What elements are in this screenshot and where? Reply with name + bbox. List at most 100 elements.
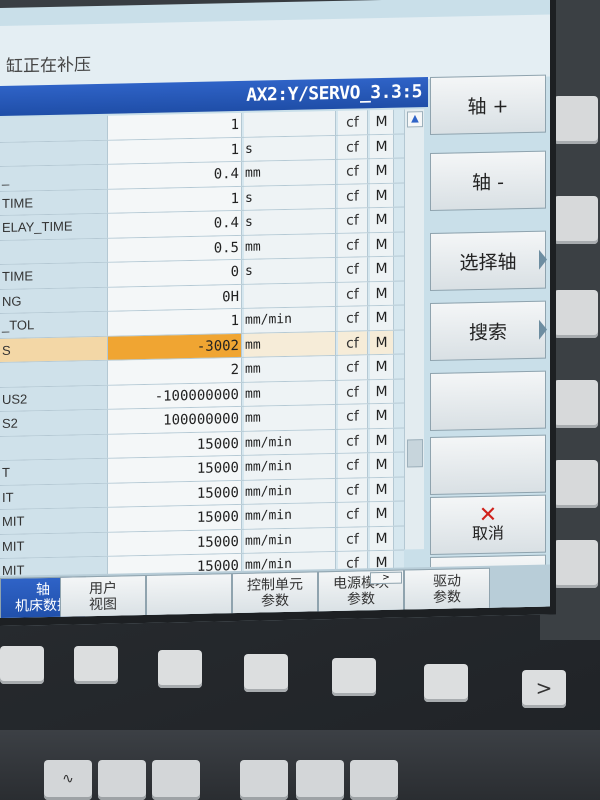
cancel-x-icon: ✕ (478, 502, 498, 528)
side-hardware-key-1[interactable] (554, 96, 598, 144)
parameter-cf-flag: cf (338, 502, 368, 527)
parameter-value[interactable]: -3002 (108, 333, 242, 360)
parameter-unit: mm/min (244, 453, 336, 480)
parameter-unit: mm/min (244, 306, 336, 333)
parameter-value[interactable]: 15000 (108, 480, 242, 507)
parameter-unit: s (244, 257, 336, 284)
axis-plus-button[interactable]: 轴 + (430, 74, 546, 135)
parameter-m-flag: M (370, 526, 394, 551)
hardware-key-4[interactable] (244, 654, 288, 692)
parameter-name: S2 (0, 409, 108, 436)
drive-line2: 参数 (433, 589, 461, 606)
user-view-tab[interactable]: 用户 视图 (60, 574, 146, 623)
axis-minus-button[interactable]: 轴 - (430, 150, 546, 211)
parameter-name: IT (0, 483, 108, 509)
parameter-name: NG (0, 287, 108, 313)
hardware-key-1[interactable] (0, 646, 44, 684)
select-axis-label: 选择轴 (459, 250, 517, 274)
parameter-cf-flag: cf (338, 379, 368, 404)
parameter-value[interactable]: 2 (108, 357, 242, 385)
parameter-cf-flag: cf (338, 232, 368, 257)
hardware-key-5[interactable] (332, 658, 376, 696)
parameter-name: T (0, 458, 108, 485)
parameter-name (0, 360, 108, 387)
axis-plus-label: 轴 + (467, 94, 509, 118)
side-hardware-key-3[interactable] (554, 290, 598, 338)
submenu-arrow-icon (539, 249, 547, 270)
parameter-unit: mm (244, 404, 336, 431)
parameter-m-flag: M (370, 403, 394, 428)
control-unit-params-tab[interactable]: 控制单元 参数 (232, 571, 318, 620)
side-hardware-key-4[interactable] (554, 380, 598, 428)
side-hardware-key-2[interactable] (554, 196, 598, 244)
parameter-m-flag: M (370, 158, 394, 183)
parameter-value[interactable]: 0.5 (108, 235, 242, 262)
parameter-unit: mm/min (244, 502, 336, 529)
empty-softkey-5[interactable] (430, 370, 546, 431)
hardware-key-row: > (0, 640, 600, 710)
etc-button[interactable]: > (370, 571, 402, 585)
parameter-cf-flag: cf (338, 306, 368, 331)
parameter-name: US2 (0, 385, 108, 411)
parameter-m-flag: M (370, 109, 394, 134)
parameter-name (0, 434, 108, 460)
control-unit-line1: 控制单元 (247, 576, 303, 594)
parameter-value[interactable]: 1 (108, 112, 242, 140)
drive-params-tab[interactable]: 驱动 参数 (404, 567, 490, 616)
parameter-value[interactable]: 1 (108, 186, 242, 213)
parameter-value[interactable]: 0 (108, 259, 242, 287)
parameter-value[interactable]: 0.4 (108, 161, 242, 189)
hardware-key-6[interactable] (424, 664, 468, 702)
parameter-value[interactable]: 15000 (108, 431, 242, 458)
parameter-value[interactable]: 0H (108, 284, 242, 311)
empty-hkey-3[interactable] (146, 573, 232, 621)
parameter-value[interactable]: 1 (108, 308, 242, 336)
parameter-table: 1 cf M 1 s cf M _ 0.4 mm cf M TIME 1 s cf M ELAY_TIME 0.4 s… (0, 109, 428, 584)
parameter-cf-flag: cf (338, 330, 368, 355)
next-hardware-key[interactable]: > (522, 670, 566, 708)
parameter-value[interactable]: -100000000 (108, 382, 242, 409)
scroll-up-arrow-icon[interactable]: ▲ (407, 111, 423, 128)
parameter-cf-flag: cf (338, 355, 368, 380)
parameter-value[interactable]: 0.4 (108, 210, 242, 238)
parameter-unit: mm (244, 233, 336, 259)
parameter-unit (244, 282, 336, 308)
panel-key-6[interactable] (350, 760, 398, 800)
select-axis-button[interactable]: 选择轴 (430, 230, 547, 291)
empty-softkey-6[interactable] (430, 434, 546, 495)
cancel-button[interactable]: ✕ 取消 (430, 494, 546, 555)
parameter-cf-flag: cf (338, 257, 368, 282)
parameter-m-flag: M (370, 281, 394, 306)
panel-wave-key-icon[interactable]: ∿ (44, 760, 92, 800)
parameter-m-flag: M (370, 207, 394, 232)
parameter-unit: s (244, 135, 336, 161)
parameter-value[interactable]: 100000000 (108, 406, 242, 434)
cancel-label: 取消 (471, 523, 504, 544)
panel-key-3[interactable] (152, 760, 200, 800)
parameter-cf-flag: cf (338, 208, 368, 233)
parameter-value[interactable]: 15000 (108, 504, 242, 532)
panel-key-2[interactable] (98, 760, 146, 800)
side-hardware-key-5[interactable] (554, 460, 598, 508)
parameter-name: _TOL (0, 311, 108, 338)
parameter-value[interactable]: 15000 (108, 529, 242, 556)
power-module-line2: 参数 (347, 591, 375, 608)
search-button[interactable]: 搜索 (430, 300, 547, 361)
panel-key-5[interactable] (296, 760, 344, 800)
table-scrollbar[interactable]: ▲ (404, 109, 424, 550)
parameter-name: MIT (0, 507, 108, 534)
side-hardware-key-6[interactable] (554, 540, 598, 588)
search-label: 搜索 (468, 320, 507, 344)
parameter-value[interactable]: 1 (108, 137, 242, 164)
hardware-key-2[interactable] (74, 646, 118, 684)
parameter-m-flag: M (370, 305, 394, 330)
parameter-unit: mm (244, 355, 336, 382)
user-view-line2: 视图 (89, 596, 117, 614)
parameter-name: S (0, 336, 108, 362)
parameter-value[interactable]: 15000 (108, 455, 242, 483)
scroll-thumb[interactable] (407, 439, 423, 468)
parameter-cf-flag: cf (338, 526, 368, 551)
parameter-unit: mm/min (244, 429, 336, 455)
panel-key-4[interactable] (240, 760, 288, 800)
hardware-key-3[interactable] (158, 650, 202, 688)
